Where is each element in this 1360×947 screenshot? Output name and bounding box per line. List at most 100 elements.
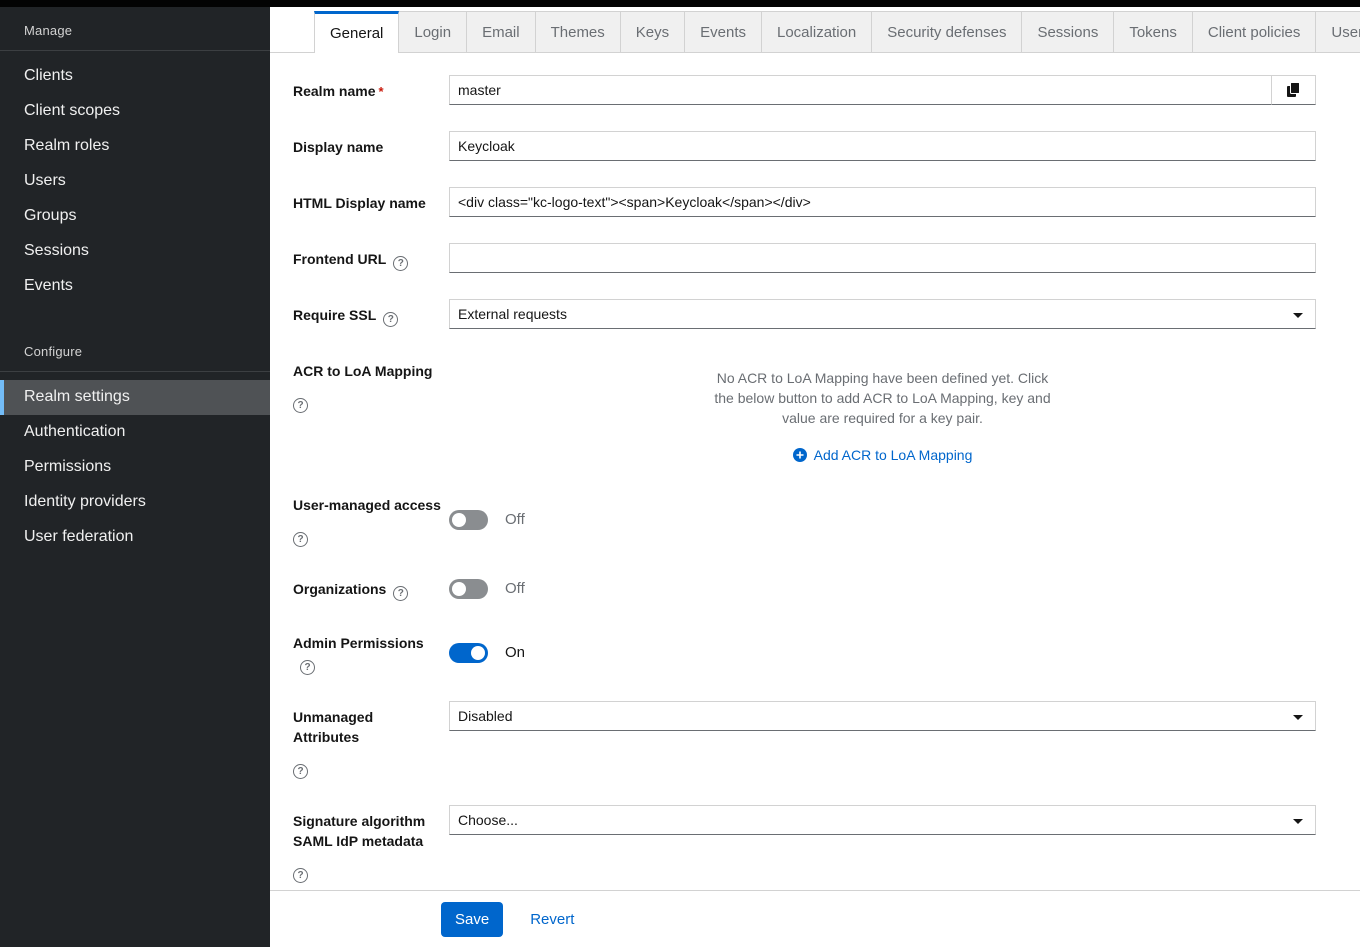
tab-themes[interactable]: Themes <box>536 11 621 53</box>
html-display-name-input[interactable] <box>449 187 1316 217</box>
signature-algorithm-label-col: Signature algorithm SAML IdP metadata <box>293 805 449 883</box>
require-ssl-label: Require SSL <box>293 307 376 323</box>
form-row-acr-mapping: ACR to LoA Mapping No ACR to LoA Mapping… <box>293 355 1316 463</box>
tab-events[interactable]: Events <box>685 11 762 53</box>
frontend-url-label-col: Frontend URL <box>293 243 449 273</box>
frontend-url-input[interactable] <box>449 243 1316 273</box>
form-row-organizations: Organizations Off <box>293 573 1316 601</box>
sidebar-nav: Manage Clients Client scopes Realm roles… <box>0 7 270 947</box>
acr-mapping-label-col: ACR to LoA Mapping <box>293 355 449 463</box>
form-action-bar: Save Revert <box>270 890 1360 947</box>
help-icon[interactable] <box>383 312 398 327</box>
require-ssl-label-col: Require SSL <box>293 299 449 329</box>
required-asterisk: * <box>378 84 383 99</box>
unmanaged-attributes-select[interactable]: Disabled <box>449 701 1316 731</box>
sidebar-item-clients[interactable]: Clients <box>0 59 270 94</box>
tab-spacer <box>270 11 314 53</box>
tab-user-profile[interactable]: User profile <box>1316 11 1360 53</box>
unmanaged-attributes-value: Disabled <box>458 708 512 724</box>
sidebar-item-sessions[interactable]: Sessions <box>0 234 270 269</box>
revert-button[interactable]: Revert <box>530 911 574 928</box>
nav-items-configure: Realm settings Authentication Permission… <box>0 372 270 555</box>
realm-name-input-group <box>449 75 1316 105</box>
require-ssl-select[interactable]: External requests <box>449 299 1316 329</box>
user-managed-access-toggle[interactable] <box>449 510 488 530</box>
add-acr-mapping-button[interactable]: Add ACR to LoA Mapping <box>449 447 1316 463</box>
help-icon[interactable] <box>393 586 408 601</box>
signature-algorithm-value: Choose... <box>458 812 518 828</box>
tab-security-defenses[interactable]: Security defenses <box>872 11 1022 53</box>
sidebar-item-user-federation[interactable]: User federation <box>0 520 270 555</box>
tab-keys[interactable]: Keys <box>621 11 685 53</box>
form-row-unmanaged-attributes: Unmanaged Attributes Disabled <box>293 701 1316 779</box>
sidebar-item-permissions[interactable]: Permissions <box>0 450 270 485</box>
form-row-frontend-url: Frontend URL <box>293 243 1316 273</box>
user-managed-access-label-col: User-managed access <box>293 489 449 547</box>
sidebar-item-events[interactable]: Events <box>0 269 270 304</box>
nav-items-manage: Clients Client scopes Realm roles Users … <box>0 51 270 304</box>
signature-algorithm-select[interactable]: Choose... <box>449 805 1316 835</box>
acr-mapping-label: ACR to LoA Mapping <box>293 363 432 379</box>
signature-algorithm-label: Signature algorithm SAML IdP metadata <box>293 813 425 849</box>
sidebar-item-groups[interactable]: Groups <box>0 199 270 234</box>
help-icon[interactable] <box>293 398 308 413</box>
frontend-url-label: Frontend URL <box>293 251 386 267</box>
form-row-admin-permissions: Admin Permissions On <box>293 627 1316 675</box>
tab-localization[interactable]: Localization <box>762 11 872 53</box>
tab-client-policies[interactable]: Client policies <box>1193 11 1317 53</box>
help-icon[interactable] <box>293 868 308 883</box>
user-managed-access-state: Off <box>505 511 525 528</box>
acr-mapping-empty-state: No ACR to LoA Mapping have been defined … <box>449 355 1316 463</box>
organizations-label-col: Organizations <box>293 573 449 601</box>
user-managed-access-label: User-managed access <box>293 497 441 513</box>
form-row-signature-algorithm: Signature algorithm SAML IdP metadata Ch… <box>293 805 1316 883</box>
copy-icon <box>1286 82 1301 98</box>
organizations-label: Organizations <box>293 581 386 597</box>
tab-login[interactable]: Login <box>399 11 467 53</box>
display-name-input[interactable] <box>449 131 1316 161</box>
html-display-name-label: HTML Display name <box>293 187 449 217</box>
admin-permissions-state: On <box>505 644 525 661</box>
copy-button[interactable] <box>1271 75 1316 105</box>
form-row-display-name: Display name <box>293 131 1316 161</box>
unmanaged-attributes-label: Unmanaged Attributes <box>293 709 373 745</box>
sidebar-item-realm-settings[interactable]: Realm settings <box>0 380 270 415</box>
sidebar-item-client-scopes[interactable]: Client scopes <box>0 94 270 129</box>
toggle-knob <box>471 646 485 660</box>
display-name-label: Display name <box>293 131 449 161</box>
sidebar-item-users[interactable]: Users <box>0 164 270 199</box>
tab-tokens[interactable]: Tokens <box>1114 11 1193 53</box>
masthead-bar <box>0 0 1360 7</box>
organizations-toggle[interactable] <box>449 579 488 599</box>
main-panel: General Login Email Themes Keys Events L… <box>270 7 1360 947</box>
help-icon[interactable] <box>293 764 308 779</box>
realm-name-label: Realm name <box>293 83 375 99</box>
add-acr-mapping-label: Add ACR to LoA Mapping <box>814 447 973 463</box>
organizations-state: Off <box>505 580 525 597</box>
acr-mapping-empty-text: No ACR to LoA Mapping have been defined … <box>710 368 1055 428</box>
nav-section-configure: Configure Realm settings Authentication … <box>0 328 270 555</box>
admin-permissions-label: Admin Permissions <box>293 635 424 651</box>
sidebar-item-realm-roles[interactable]: Realm roles <box>0 129 270 164</box>
sidebar-item-identity-providers[interactable]: Identity providers <box>0 485 270 520</box>
tab-sessions[interactable]: Sessions <box>1022 11 1114 53</box>
toggle-knob <box>452 513 466 527</box>
plus-circle-icon <box>793 448 807 462</box>
toggle-knob <box>452 582 466 596</box>
admin-permissions-toggle[interactable] <box>449 643 488 663</box>
unmanaged-attributes-label-col: Unmanaged Attributes <box>293 701 449 779</box>
save-button[interactable]: Save <box>441 902 503 937</box>
nav-section-title-manage: Manage <box>0 9 270 50</box>
realm-name-input[interactable] <box>449 75 1271 105</box>
sidebar-item-authentication[interactable]: Authentication <box>0 415 270 450</box>
help-icon[interactable] <box>300 660 315 675</box>
realm-settings-tabs: General Login Email Themes Keys Events L… <box>270 11 1360 53</box>
form-row-user-managed-access: User-managed access Off <box>293 489 1316 547</box>
help-icon[interactable] <box>393 256 408 271</box>
help-icon[interactable] <box>293 532 308 547</box>
tab-general[interactable]: General <box>314 11 399 53</box>
nav-section-manage: Manage Clients Client scopes Realm roles… <box>0 7 270 304</box>
nav-section-title-configure: Configure <box>0 330 270 371</box>
tab-email[interactable]: Email <box>467 11 536 53</box>
general-settings-form: Realm name* Display name HTML Display na… <box>270 53 1360 890</box>
